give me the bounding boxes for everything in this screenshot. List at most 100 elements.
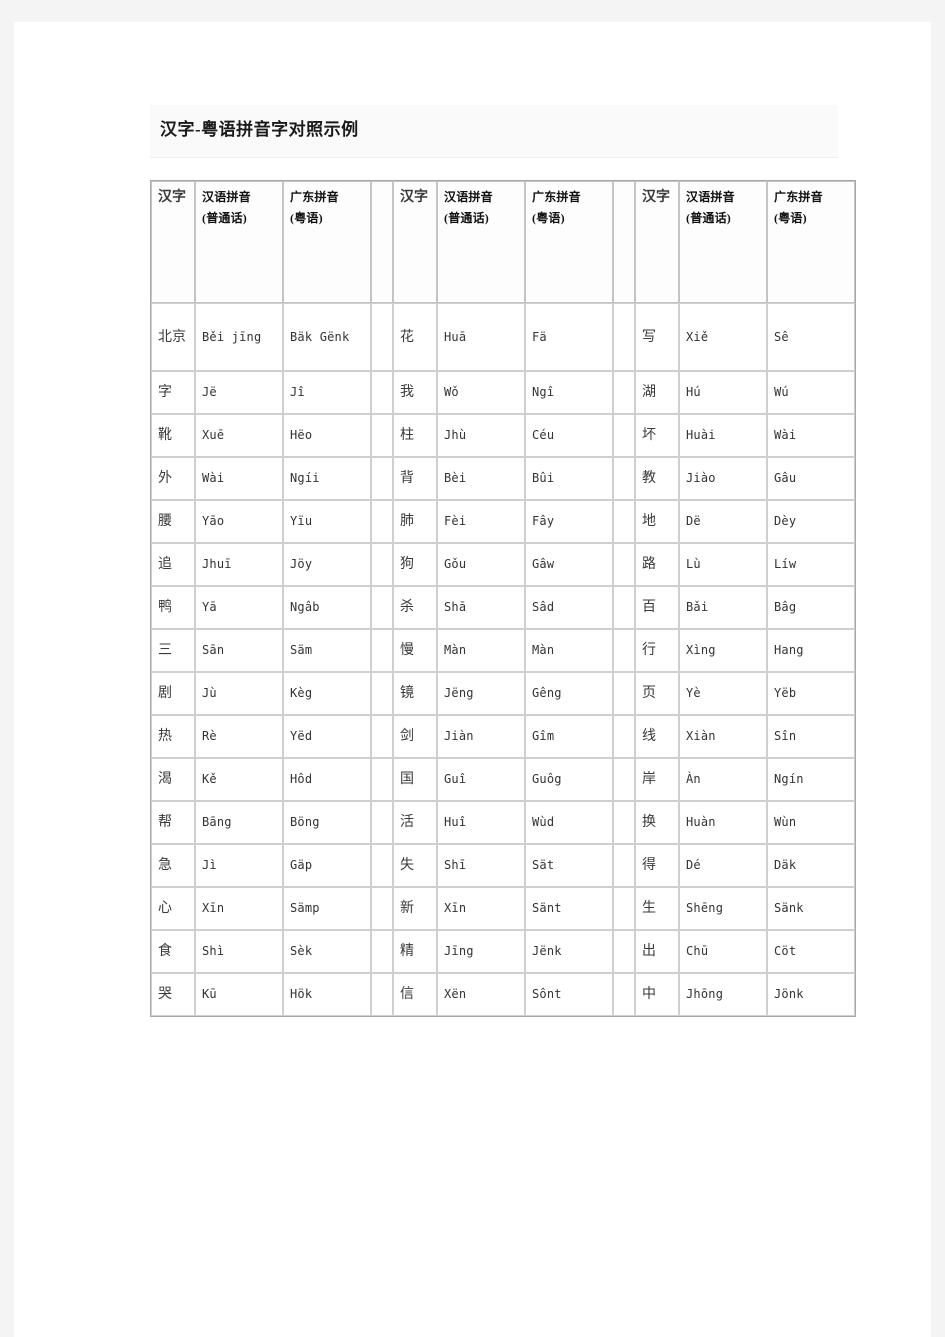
header-cantonese-a: 广东拼音 (粤语) bbox=[283, 181, 371, 303]
cell-cantonese-pinyin: Jöy bbox=[283, 543, 371, 586]
cell-cantonese-pinyin: Sê bbox=[767, 303, 855, 371]
cell-hanzi: 剧 bbox=[151, 672, 195, 715]
cell-mandarin-pinyin-text: Jù bbox=[202, 686, 217, 700]
cell-hanzi: 换 bbox=[635, 801, 679, 844]
cell-mandarin-pinyin-text: Yè bbox=[686, 686, 701, 700]
row-spacer-2 bbox=[613, 715, 635, 758]
cell-hanzi-text: 剑 bbox=[400, 729, 414, 744]
cell-cantonese-pinyin-text: Kèg bbox=[290, 686, 313, 700]
cell-hanzi-text: 路 bbox=[642, 557, 656, 572]
row-spacer-1-text bbox=[372, 544, 392, 585]
cell-hanzi: 鸭 bbox=[151, 586, 195, 629]
cell-hanzi: 国 bbox=[393, 758, 437, 801]
cell-mandarin-pinyin-text: Sān bbox=[202, 643, 225, 657]
cell-mandarin-pinyin: Chū bbox=[679, 930, 767, 973]
document-content: 汉字-粤语拼音字对照示例 汉字 汉语拼音 (普通话) 广东拼音 (粤语) 汉字 汉语拼音 (普… bbox=[150, 105, 856, 1017]
cell-cantonese-pinyin-text: Sèk bbox=[290, 944, 313, 958]
cell-hanzi: 地 bbox=[635, 500, 679, 543]
cell-mandarin-pinyin: Dé bbox=[679, 844, 767, 887]
row-spacer-2-text bbox=[614, 931, 634, 972]
cell-cantonese-pinyin-text: Säm bbox=[290, 643, 313, 657]
header-hanzi-b-text: 汉字 bbox=[394, 182, 436, 302]
row-spacer-2 bbox=[613, 500, 635, 543]
row-spacer-2 bbox=[613, 629, 635, 672]
cell-mandarin-pinyin: Jiào bbox=[679, 457, 767, 500]
row-spacer-2-text bbox=[614, 304, 634, 370]
cell-hanzi-text: 生 bbox=[642, 901, 656, 916]
table-row: 热 Rè Yëd 剑 Jiàn Gîm 线 Xiàn Sîn bbox=[151, 715, 855, 758]
cell-cantonese-pinyin-text: Sônt bbox=[532, 987, 562, 1001]
cell-mandarin-pinyin-text: Wài bbox=[202, 471, 225, 485]
cell-cantonese-pinyin: Sâd bbox=[525, 586, 613, 629]
cell-hanzi-text: 鸭 bbox=[158, 600, 172, 615]
cell-hanzi: 教 bbox=[635, 457, 679, 500]
cell-hanzi: 坏 bbox=[635, 414, 679, 457]
cell-hanzi: 行 bbox=[635, 629, 679, 672]
cell-hanzi: 我 bbox=[393, 371, 437, 414]
header-mandarin-b: 汉语拼音 (普通话) bbox=[437, 181, 525, 303]
cell-hanzi: 肺 bbox=[393, 500, 437, 543]
cell-hanzi: 出 bbox=[635, 930, 679, 973]
row-spacer-2-text bbox=[614, 587, 634, 628]
header-hanzi-c: 汉字 bbox=[635, 181, 679, 303]
cell-hanzi-text: 得 bbox=[642, 858, 656, 873]
header-hanzi-a: 汉字 bbox=[151, 181, 195, 303]
cell-cantonese-pinyin-text: Wài bbox=[774, 428, 797, 442]
cell-mandarin-pinyin-text: Shì bbox=[202, 944, 225, 958]
row-spacer-1-text bbox=[372, 501, 392, 542]
cell-mandarin-pinyin-text: Lù bbox=[686, 557, 701, 571]
row-spacer-2-text bbox=[614, 845, 634, 886]
cell-hanzi: 生 bbox=[635, 887, 679, 930]
row-spacer-2-text bbox=[614, 544, 634, 585]
row-spacer-1 bbox=[371, 715, 393, 758]
document-title-band: 汉字-粤语拼音字对照示例 bbox=[150, 105, 838, 158]
row-spacer-2 bbox=[613, 672, 635, 715]
cell-hanzi: 页 bbox=[635, 672, 679, 715]
cell-cantonese-pinyin: Ngín bbox=[767, 758, 855, 801]
row-spacer-2-text bbox=[614, 415, 634, 456]
header-hanzi-b: 汉字 bbox=[393, 181, 437, 303]
cell-cantonese-pinyin: Jënk bbox=[525, 930, 613, 973]
cell-cantonese-pinyin-text: Fä bbox=[532, 329, 547, 344]
row-spacer-1 bbox=[371, 500, 393, 543]
cell-hanzi-text: 信 bbox=[400, 987, 414, 1002]
cell-cantonese-pinyin-text: Wùd bbox=[532, 815, 555, 829]
cell-cantonese-pinyin: Däk bbox=[767, 844, 855, 887]
comparison-table-body: 汉字 汉语拼音 (普通话) 广东拼音 (粤语) 汉字 汉语拼音 (普通话) 广东拼音 (粤语) 汉字… bbox=[151, 181, 855, 1016]
row-spacer-1-text bbox=[372, 974, 392, 1015]
cell-cantonese-pinyin-text: Sîn bbox=[774, 729, 797, 743]
cell-cantonese-pinyin-text: Hang bbox=[774, 643, 804, 657]
cell-mandarin-pinyin-text: Guî bbox=[444, 772, 467, 786]
cell-cantonese-pinyin: Guôg bbox=[525, 758, 613, 801]
cell-mandarin-pinyin: Xìng bbox=[679, 629, 767, 672]
cell-mandarin-pinyin: Shā bbox=[437, 586, 525, 629]
row-spacer-1 bbox=[371, 758, 393, 801]
cell-hanzi-text: 哭 bbox=[158, 987, 172, 1002]
cell-cantonese-pinyin-text: Cöt bbox=[774, 944, 797, 958]
cell-cantonese-pinyin: Hang bbox=[767, 629, 855, 672]
cell-mandarin-pinyin: Àn bbox=[679, 758, 767, 801]
cell-mandarin-pinyin: Kě bbox=[195, 758, 283, 801]
row-spacer-2 bbox=[613, 457, 635, 500]
cell-mandarin-pinyin-text: Huài bbox=[686, 428, 716, 442]
cell-cantonese-pinyin: Wùn bbox=[767, 801, 855, 844]
cell-cantonese-pinyin-text: Sät bbox=[532, 858, 555, 872]
cell-mandarin-pinyin-text: Yāo bbox=[202, 514, 225, 528]
table-row: 三 Sān Säm 慢 Màn Màn 行 Xìng Hang bbox=[151, 629, 855, 672]
row-spacer-2-text bbox=[614, 501, 634, 542]
cell-mandarin-pinyin: Yè bbox=[679, 672, 767, 715]
cell-cantonese-pinyin-text: Ngín bbox=[774, 772, 804, 786]
cell-mandarin-pinyin-text: Huā bbox=[444, 329, 467, 344]
cell-hanzi-text: 换 bbox=[642, 815, 656, 830]
cell-mandarin-pinyin: Màn bbox=[437, 629, 525, 672]
row-spacer-1 bbox=[371, 586, 393, 629]
cell-mandarin-pinyin-text: Gǒu bbox=[444, 557, 467, 571]
table-row: 渴 Kě Hôd 国 Guî Guôg 岸 Àn Ngín bbox=[151, 758, 855, 801]
cell-mandarin-pinyin-text: Dë bbox=[686, 514, 701, 528]
row-spacer-1-text bbox=[372, 458, 392, 499]
table-row: 北京 Běi jīng Bäk Gënk 花 Huā Fä 写 Xiě Sê bbox=[151, 303, 855, 371]
cell-mandarin-pinyin-text: Bāng bbox=[202, 815, 232, 829]
cell-mandarin-pinyin: Yā bbox=[195, 586, 283, 629]
cell-hanzi: 湖 bbox=[635, 371, 679, 414]
cell-mandarin-pinyin-text: Huàn bbox=[686, 815, 716, 829]
